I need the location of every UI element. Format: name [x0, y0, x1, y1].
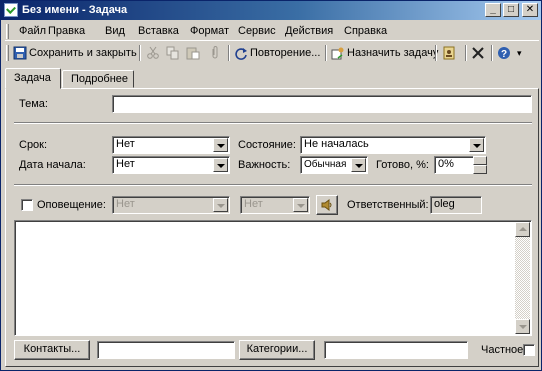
- start-date-label: Дата начала:: [19, 159, 86, 171]
- chevron-down-icon: [293, 198, 308, 212]
- toolbar-separator: [139, 45, 141, 61]
- menu-tools[interactable]: Сервис: [238, 25, 276, 37]
- toolbar-separator: [491, 45, 493, 61]
- owner-field: oleg: [430, 196, 482, 214]
- percent-spinner[interactable]: [473, 156, 487, 174]
- menu-actions[interactable]: Действия: [285, 25, 333, 37]
- minimize-button[interactable]: _: [485, 3, 501, 17]
- notes-scrollbar[interactable]: [515, 222, 530, 334]
- menu-edit[interactable]: Правка: [48, 25, 85, 37]
- close-window-button[interactable]: ✕: [522, 3, 538, 17]
- paperclip-icon: [208, 46, 222, 60]
- copy-icon: [166, 46, 180, 60]
- maximize-button[interactable]: □: [503, 3, 519, 17]
- start-date-combo[interactable]: Нет: [112, 156, 230, 174]
- scissors-icon: [146, 46, 160, 60]
- menu-help[interactable]: Справка: [344, 25, 387, 37]
- reminder-sound-button[interactable]: [316, 195, 338, 215]
- chevron-down-icon[interactable]: [351, 158, 366, 172]
- standard-toolbar: Сохранить и закрыть Повторение... Назнач…: [5, 43, 539, 63]
- toolbar-separator: [325, 45, 327, 61]
- categories-input[interactable]: [324, 341, 468, 359]
- due-date-combo[interactable]: Нет: [112, 136, 230, 154]
- categories-button[interactable]: Категории...: [239, 340, 315, 360]
- scroll-up-button[interactable]: [515, 222, 530, 237]
- contacts-button[interactable]: Контакты...: [14, 340, 90, 360]
- copy-button[interactable]: [166, 44, 182, 62]
- paste-icon: [186, 46, 200, 60]
- menu-format[interactable]: Формат: [190, 25, 229, 37]
- toolbar-separator: [465, 45, 467, 61]
- private-checkbox[interactable]: [523, 344, 535, 356]
- reminder-time-combo[interactable]: Нет: [240, 196, 310, 214]
- task-window: Без имени - Задача _ □ ✕ Файл Правка Вид…: [0, 0, 542, 371]
- help-icon: ?: [497, 46, 511, 60]
- status-combo[interactable]: Не началась: [300, 136, 486, 154]
- chevron-down-icon[interactable]: [213, 138, 228, 152]
- menu-file[interactable]: Файл: [19, 25, 46, 37]
- percent-complete-input[interactable]: 0%: [434, 156, 474, 174]
- task-panel: Тема: Срок: Нет Состояние: Не началась Д…: [5, 88, 539, 367]
- save-icon: [13, 46, 27, 60]
- toolbar-grip[interactable]: [6, 45, 9, 61]
- priority-combo[interactable]: Обычная: [300, 156, 368, 174]
- task-app-icon: [4, 3, 18, 17]
- divider: [14, 184, 532, 186]
- private-label: Частное: [481, 344, 524, 356]
- speaker-icon: [321, 199, 332, 211]
- chevron-down-icon[interactable]: [213, 158, 228, 172]
- menu-bar: Файл Правка Вид Вставка Формат Сервис Де…: [5, 22, 539, 41]
- recurrence-button[interactable]: Повторение...: [234, 44, 320, 62]
- scroll-down-button[interactable]: [515, 319, 530, 334]
- contacts-input[interactable]: [97, 341, 235, 359]
- divider: [14, 122, 532, 124]
- menubar-grip[interactable]: [6, 24, 9, 39]
- status-label: Состояние:: [238, 139, 296, 151]
- toolbar-options-chevron-icon[interactable]: ▾: [517, 44, 522, 62]
- assign-task-button[interactable]: Назначить задачу: [331, 44, 438, 62]
- chevron-down-icon: [213, 198, 228, 212]
- priority-label: Важность:: [238, 159, 291, 171]
- tab-strip: Задача Подробнее: [5, 68, 539, 89]
- chevron-down-icon[interactable]: [469, 138, 484, 152]
- svg-text:?: ?: [501, 49, 507, 60]
- address-book-icon: [442, 46, 456, 60]
- save-close-button[interactable]: Сохранить и закрыть: [13, 44, 137, 62]
- owner-label: Ответственный:: [347, 199, 429, 211]
- assign-task-icon: [331, 46, 345, 60]
- notes-textarea[interactable]: [14, 220, 532, 336]
- toolbar-separator: [435, 45, 437, 61]
- percent-complete-label: Готово, %:: [376, 159, 429, 171]
- spin-up-button[interactable]: [473, 156, 487, 165]
- due-date-label: Срок:: [19, 139, 48, 151]
- toolbar-separator: [228, 45, 230, 61]
- menu-insert[interactable]: Вставка: [138, 25, 179, 37]
- delete-x-icon: [471, 46, 485, 60]
- title-bar[interactable]: Без имени - Задача _ □ ✕: [1, 1, 541, 20]
- tab-task[interactable]: Задача: [5, 68, 61, 89]
- window-title: Без имени - Задача: [22, 4, 128, 16]
- subject-input[interactable]: [112, 95, 532, 113]
- subject-label: Тема:: [19, 98, 48, 110]
- help-button[interactable]: ?: [497, 44, 513, 62]
- address-book-button[interactable]: [442, 44, 458, 62]
- cut-button[interactable]: [146, 44, 162, 62]
- spin-down-button[interactable]: [473, 165, 487, 174]
- tab-details[interactable]: Подробнее: [62, 70, 134, 88]
- delete-button[interactable]: [471, 44, 487, 62]
- paste-button[interactable]: [186, 44, 202, 62]
- recurrence-icon: [234, 46, 248, 60]
- attach-button[interactable]: [208, 44, 224, 62]
- reminder-date-combo[interactable]: Нет: [112, 196, 230, 214]
- menu-view[interactable]: Вид: [105, 25, 125, 37]
- reminder-label: Оповещение:: [37, 199, 106, 211]
- reminder-checkbox[interactable]: [21, 199, 33, 211]
